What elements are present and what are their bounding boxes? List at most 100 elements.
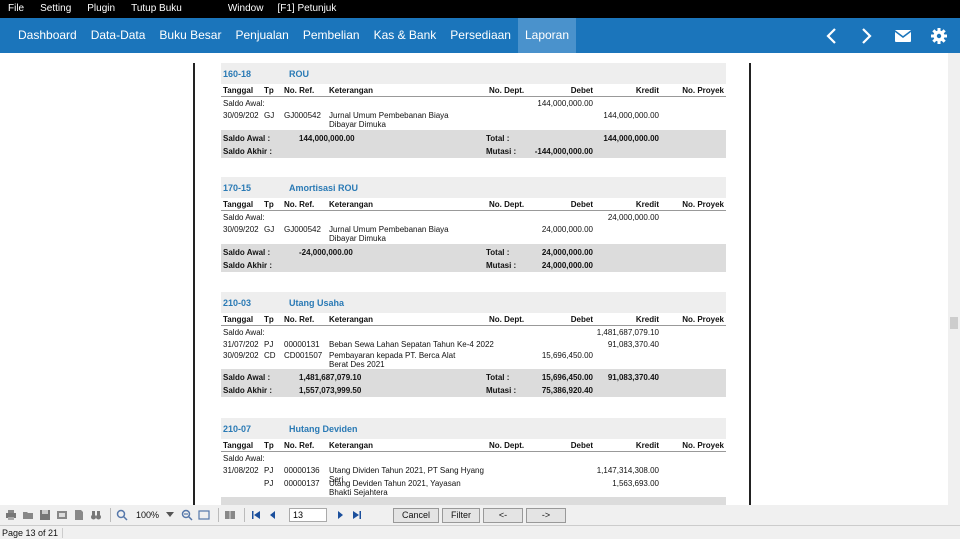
col-kredit: Kredit: [635, 441, 659, 450]
cancel-button[interactable]: Cancel: [393, 507, 440, 523]
col-dept: No. Dept.: [489, 315, 525, 324]
page-number-input[interactable]: [289, 508, 328, 522]
col-tp: Tp: [264, 200, 274, 209]
row-kredit: 91,083,370.40: [607, 340, 659, 349]
menu-petunjuk[interactable]: [F1] Petunjuk: [271, 0, 342, 18]
binoculars-icon[interactable]: [89, 508, 103, 522]
nav-pembelian[interactable]: Pembelian: [296, 18, 367, 53]
col-keterangan: Keterangan: [329, 441, 374, 450]
sum-mutasi-value: -144,000,000.00: [534, 147, 593, 156]
zoom-level[interactable]: 100%: [136, 510, 159, 520]
account-code: 210-07: [223, 424, 252, 434]
nav-penjualan[interactable]: Penjualan: [228, 18, 295, 53]
row-debet: 24,000,000.00: [541, 225, 593, 234]
sum-mutasi-label: Mutasi :: [486, 147, 517, 156]
open-folder-icon[interactable]: [21, 508, 35, 522]
menu-plugin[interactable]: Plugin: [79, 0, 123, 18]
row-tp: CD: [264, 351, 276, 360]
sum-saldo-akhir-label: Saldo Akhir :: [223, 386, 273, 395]
print-icon[interactable]: [4, 508, 18, 522]
row-ref: 00000137: [284, 479, 320, 488]
summary-block: Saldo Awal : Saldo Akhir : 1,481,687,079…: [221, 369, 726, 397]
prev-page-icon[interactable]: [266, 508, 280, 522]
gear-icon[interactable]: [928, 25, 950, 47]
row-ref: CD001507: [284, 351, 323, 360]
vertical-scrollbar[interactable]: [948, 53, 960, 505]
nav-data-data[interactable]: Data-Data: [84, 18, 153, 53]
filter-button[interactable]: Filter: [442, 507, 481, 523]
saldo-awal-row: Saldo Awal: 1,481,687,079.10: [221, 326, 726, 338]
nav-buku-besar[interactable]: Buku Besar: [152, 18, 228, 53]
table-row: 30/09/202 GJ GJ000542 Jurnal Umum Pembeb…: [221, 223, 726, 244]
account-section: 170-15 Amortisasi ROU Tanggal Tp No. Ref…: [221, 177, 726, 272]
zoom-out-icon[interactable]: [180, 508, 194, 522]
col-debet: Debet: [570, 200, 593, 209]
col-dept: No. Dept.: [489, 200, 525, 209]
table-row: 30/09/202 CD CD001507 Pembayaran kepada …: [221, 349, 726, 369]
nav-persediaan[interactable]: Persediaan: [443, 18, 518, 53]
mail-icon[interactable]: [892, 25, 914, 47]
nav-dashboard[interactable]: Dashboard: [0, 18, 84, 53]
next-button[interactable]: ->: [526, 507, 567, 523]
sum-saldo-awal-label: Saldo Awal :: [223, 134, 271, 143]
next-page-icon[interactable]: [333, 508, 347, 522]
menu-setting[interactable]: Setting: [32, 0, 79, 18]
chevron-down-icon[interactable]: [163, 508, 177, 522]
account-header: 210-07 Hutang Deviden: [221, 418, 726, 439]
last-page-icon[interactable]: [350, 508, 364, 522]
menu-window[interactable]: Window: [220, 0, 272, 18]
nav-kas-bank[interactable]: Kas & Bank: [367, 18, 444, 53]
col-tanggal: Tanggal: [223, 86, 254, 95]
row-tanggal: 30/09/202: [223, 351, 259, 360]
saldo-awal-label: Saldo Awal:: [223, 213, 265, 222]
col-debet: Debet: [570, 315, 593, 324]
row-tp: GJ: [264, 225, 275, 234]
summary-block: [221, 497, 726, 505]
col-keterangan: Keterangan: [329, 200, 374, 209]
chevron-left-icon[interactable]: [820, 25, 842, 47]
account-code: 160-18: [223, 69, 252, 79]
first-page-icon[interactable]: [249, 508, 263, 522]
saldo-awal-kredit: 24,000,000.00: [607, 213, 659, 222]
document-icon[interactable]: [72, 508, 86, 522]
col-dept: No. Dept.: [489, 86, 525, 95]
chevron-right-icon[interactable]: [856, 25, 878, 47]
col-proyek: No. Proyek: [682, 441, 724, 450]
sum-mutasi-value: 75,386,920.40: [541, 386, 593, 395]
column-header: Tanggal Tp No. Ref. Keterangan No. Dept.…: [221, 439, 726, 452]
export-icon[interactable]: [55, 508, 69, 522]
menu-tutup-buku[interactable]: Tutup Buku: [123, 0, 190, 18]
sum-mutasi-label: Mutasi :: [486, 386, 517, 395]
table-row: 31/07/202 PJ 00000131 Beban Sewa Lahan S…: [221, 338, 726, 349]
book-icon[interactable]: [223, 508, 237, 522]
account-name: ROU: [289, 69, 309, 79]
row-keterangan: Beban Sewa Lahan Sepatan Tahun Ke-4 2022: [329, 340, 494, 349]
sum-saldo-akhir-value: 1,557,073,999.50: [299, 386, 362, 395]
scrollbar-thumb[interactable]: [950, 317, 958, 329]
col-ref: No. Ref.: [284, 86, 315, 95]
col-tanggal: Tanggal: [223, 200, 254, 209]
nav-laporan[interactable]: Laporan: [517, 18, 577, 53]
report-toolbar: 100% Cancel Filter <- ->: [0, 505, 960, 525]
table-row: 31/08/202 PJ 00000136 Utang Dividen Tahu…: [221, 464, 726, 484]
table-row: PJ 00000137 Utang Deviden Tahun 2021, Ya…: [221, 477, 726, 497]
col-proyek: No. Proyek: [682, 315, 724, 324]
prev-button[interactable]: <-: [483, 507, 524, 523]
zoom-in-icon[interactable]: [115, 508, 129, 522]
page-width-icon[interactable]: [197, 508, 211, 522]
row-keterangan: Pembayaran kepada PT. Berca Alat Berat D…: [329, 351, 456, 369]
save-icon[interactable]: [38, 508, 52, 522]
account-header: 160-18 ROU: [221, 63, 726, 84]
menu-file[interactable]: File: [0, 0, 32, 18]
sum-saldo-awal-value: -24,000,000.00: [299, 248, 353, 257]
col-tp: Tp: [264, 86, 274, 95]
row-ref: GJ000542: [284, 225, 321, 234]
summary-block: Saldo Awal : Saldo Akhir : -24,000,000.0…: [221, 244, 726, 272]
report-viewer: 160-18 ROU Tanggal Tp No. Ref. Keteranga…: [0, 53, 960, 505]
sum-total-debet: 24,000,000.00: [541, 248, 593, 257]
navbar-actions: [820, 18, 950, 53]
row-kredit: 1,147,314,308.00: [596, 466, 659, 475]
menubar: File Setting Plugin Tutup Buku Window [F…: [0, 0, 960, 18]
sum-saldo-akhir-label: Saldo Akhir :: [223, 261, 273, 270]
account-section: 160-18 ROU Tanggal Tp No. Ref. Keteranga…: [221, 63, 726, 158]
